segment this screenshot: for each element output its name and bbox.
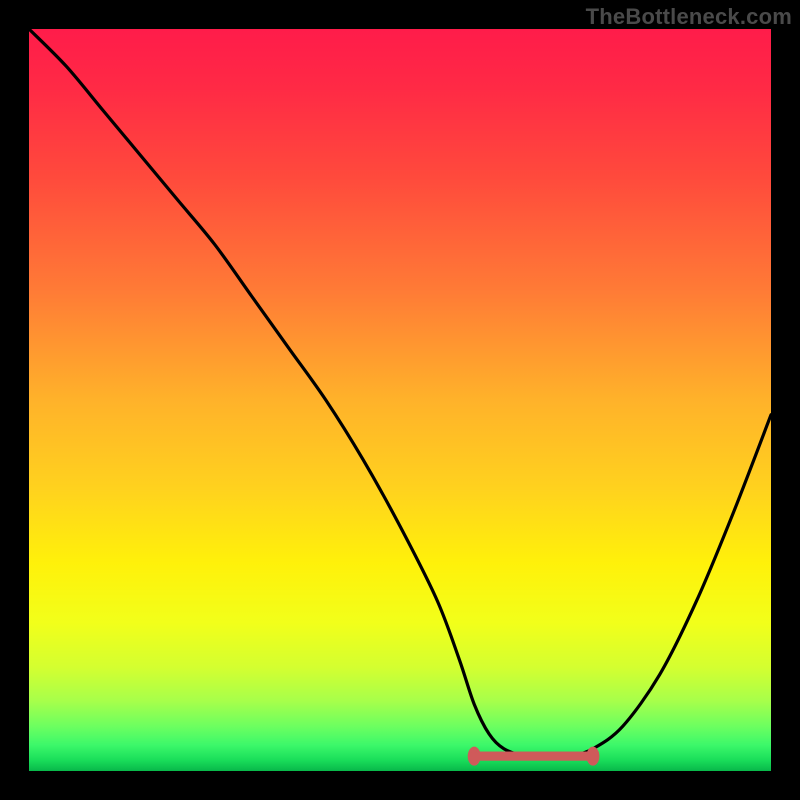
bottleneck-chart <box>0 0 800 800</box>
watermark-text: TheBottleneck.com <box>586 4 792 30</box>
plot-background <box>29 29 771 771</box>
chart-frame: { "watermark": "TheBottleneck.com", "col… <box>0 0 800 800</box>
